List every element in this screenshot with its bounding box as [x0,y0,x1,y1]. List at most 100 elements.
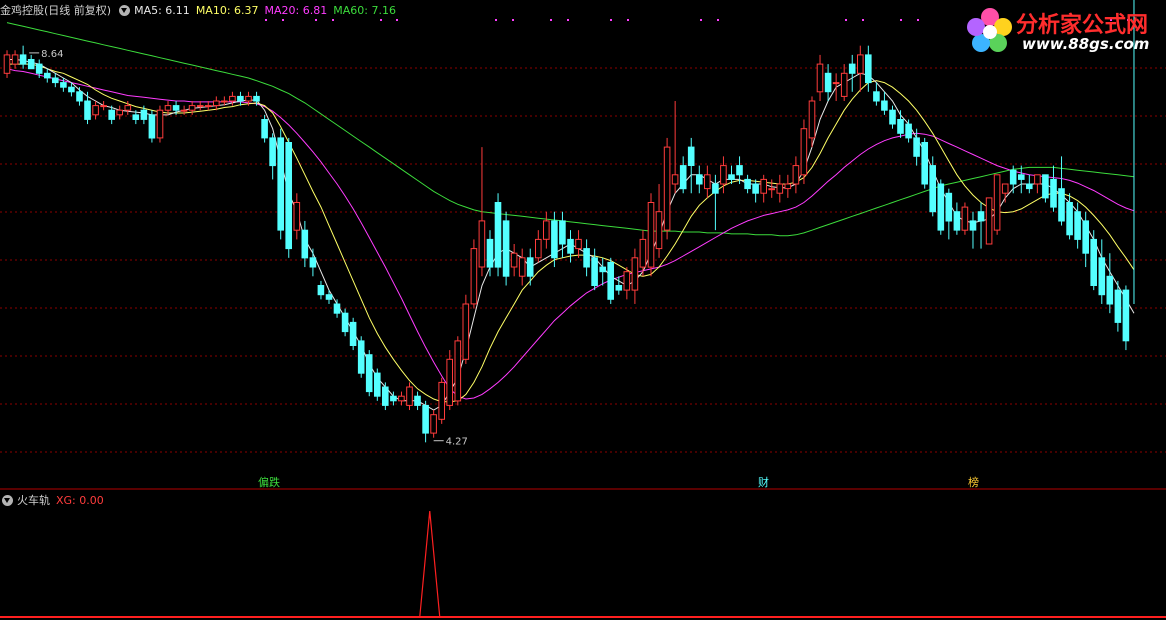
candle [148,110,156,143]
candlesticks[interactable] [3,0,1135,443]
candle [792,156,800,194]
candle-body-down [285,142,292,250]
high-price-label: 8.64 [41,49,63,60]
candle-body-down [60,82,67,88]
price-chart[interactable]: 8.64 4.27 偏跌 财 榜 [0,0,1166,620]
candle-body-down [172,105,180,111]
candle [704,165,711,198]
xg-label: XG: 0.00 [56,493,104,507]
candle-body-down [277,137,284,231]
candle-body-up [1001,183,1009,194]
candle-body-up [631,257,639,291]
candle [543,211,550,249]
signal-dot [512,19,514,21]
candle-body-up [92,105,99,116]
candle-body-up [510,252,518,268]
candle-body-down [1122,289,1130,342]
candle-body-down [237,95,244,102]
candle [977,202,985,249]
candle-body-down [913,137,920,157]
marker-label-3: 榜 [968,475,979,489]
candle [639,230,647,277]
candle [768,179,776,198]
candle [985,197,993,245]
candle-body-up [655,211,663,250]
flower-logo-icon [967,8,1012,52]
candle-body-up [832,82,840,85]
candle-body-down [486,238,494,268]
candle-body-up [204,105,212,108]
candle-body-down [140,109,148,120]
candle [1122,285,1130,351]
candle [204,101,212,111]
candle [945,188,953,240]
candle-body-down [977,211,985,222]
candle [341,308,349,337]
candle-body-up [575,238,582,250]
candle-body-up [784,183,792,190]
candle-body-down [937,183,945,231]
candle [44,68,51,83]
candle [631,248,639,304]
candle-body-down [881,100,888,111]
candle [953,202,961,235]
candle-body-up [164,105,172,111]
candle [470,239,478,309]
candle-body-down [969,220,977,231]
candle [398,391,405,406]
signal-dot [917,19,919,21]
candle-body-down [873,91,880,102]
stock-title: 金鸡控股(日线 前复权) [0,4,112,17]
candle [76,87,83,106]
candle [510,244,518,277]
candle-body-down [132,114,140,121]
candle [663,137,671,240]
candle-body-down [1018,174,1025,180]
candle [382,382,389,411]
candle-body-up [720,165,727,185]
candle [502,211,510,286]
candle [285,137,292,258]
candle-body-down [1058,188,1065,222]
candle-body-down [1050,178,1057,208]
candle-body-up [470,248,478,305]
candle-body-down [382,386,389,406]
candle-body-down [19,54,27,65]
chevron-down-icon[interactable] [119,4,131,16]
candle-body-down [1066,202,1073,236]
candle-body-down [526,257,534,277]
candle-body-up [462,303,470,360]
candle [446,350,453,411]
candle [430,410,437,438]
candle-body-down [865,54,872,84]
candle-body-down [1074,211,1081,240]
candle-body-down [583,248,590,268]
indicator-panel [0,510,1166,618]
candle [591,248,598,291]
candle-body-down [607,261,615,300]
candle-body-down [301,229,309,259]
candle [11,50,19,69]
candle-body-up [776,183,784,194]
signal-dot [717,19,719,21]
candle [526,248,534,286]
signal-dot [862,19,864,21]
candle-body-up [124,105,132,111]
candle-body-down [945,192,953,222]
candle-body-down [27,59,35,70]
candle-body-down [744,178,751,190]
candle [816,54,824,102]
candle [454,336,462,406]
candle [494,193,502,277]
candle [116,105,124,120]
candle [567,230,574,263]
candle-body-up [857,54,864,74]
candle-body-down [44,72,51,79]
candle [559,211,566,258]
candle [52,73,59,88]
signal-dot [495,19,497,21]
candle-body-down [551,220,558,259]
chevron-down-icon[interactable] [2,494,13,506]
candle [800,119,808,185]
chart-grid [0,67,1166,490]
